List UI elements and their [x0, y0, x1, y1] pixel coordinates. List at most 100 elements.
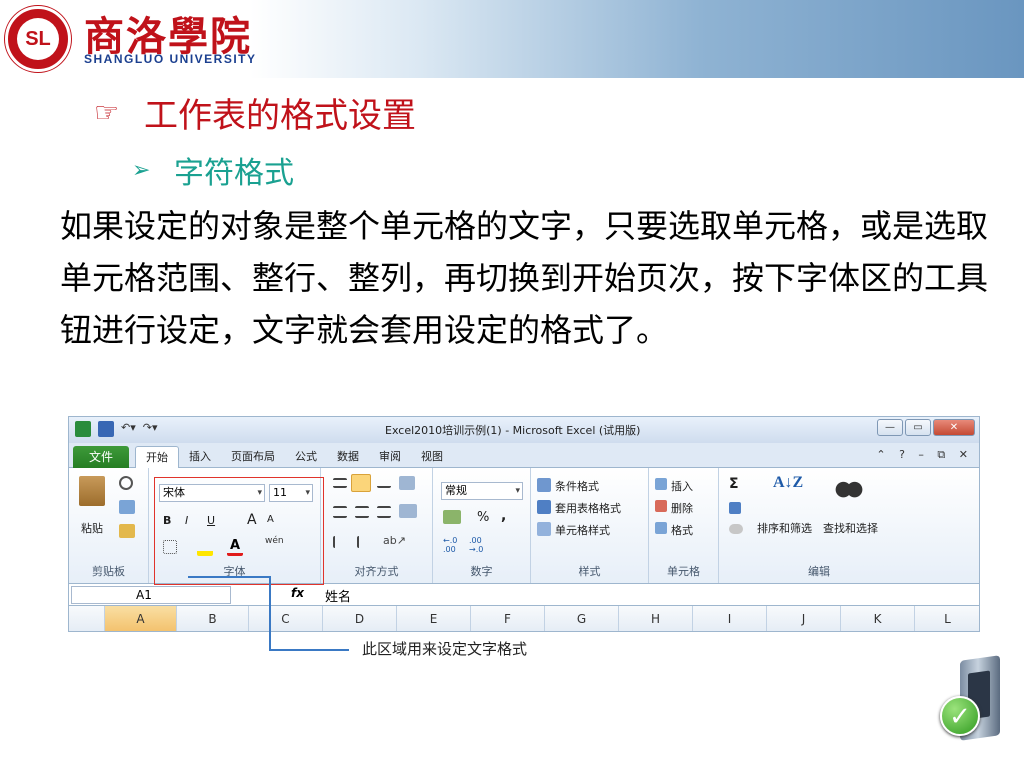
column-header-d[interactable]: D	[323, 606, 397, 631]
column-header-e[interactable]: E	[397, 606, 471, 631]
sort-filter-button[interactable]: 排序和筛选	[757, 520, 812, 536]
column-header-j[interactable]: J	[767, 606, 841, 631]
delete-cells-button[interactable]: 删除	[671, 500, 693, 516]
format-table-icon[interactable]	[537, 500, 551, 514]
binoculars-icon[interactable]	[835, 474, 863, 500]
number-format-select[interactable]: 常规	[441, 482, 523, 500]
tab-file[interactable]: 文件	[73, 446, 129, 468]
align-right-icon[interactable]	[377, 506, 391, 518]
close-button[interactable]: ✕	[933, 419, 975, 436]
column-header-c[interactable]: C	[249, 606, 323, 631]
wrap-text-icon[interactable]	[399, 476, 415, 490]
paste-icon[interactable]	[79, 476, 105, 506]
callout-text: 此区域用来设定文字格式	[362, 640, 528, 658]
tab-insert[interactable]: 插入	[179, 446, 221, 468]
minimize-button[interactable]: —	[877, 419, 903, 436]
help-icon[interactable]: ⌃ ? – ⧉ ✕	[876, 448, 973, 462]
align-left-icon[interactable]	[333, 506, 347, 518]
copy-icon[interactable]	[119, 500, 135, 514]
excel-window-title: Excel2010培训示例(1) - Microsoft Excel (试用版)	[385, 424, 641, 437]
find-select-button[interactable]: 查找和选择	[823, 520, 878, 536]
logo-english-name: SHANGLUO UNIVERSITY	[84, 52, 257, 66]
excel-app-icon[interactable]	[75, 421, 91, 437]
maximize-button[interactable]: ▭	[905, 419, 931, 436]
insert-cells-icon[interactable]	[655, 478, 667, 490]
slide-title: 工作表的格式设置	[144, 96, 416, 136]
fill-icon[interactable]	[729, 502, 741, 514]
seal-logo-icon: SL	[5, 6, 71, 72]
conditional-format-icon[interactable]	[537, 478, 551, 492]
comma-button[interactable]: ,	[501, 508, 506, 524]
formula-input[interactable]: 姓名	[325, 586, 351, 605]
group-editing-label: 编辑	[808, 565, 830, 578]
format-cells-icon[interactable]	[655, 522, 667, 534]
group-alignment-label: 对齐方式	[354, 565, 399, 578]
undo-icon[interactable]: ↶▾	[121, 421, 136, 437]
decrease-decimal-icon[interactable]: .00 →.0	[469, 536, 489, 554]
column-header-b[interactable]: B	[177, 606, 249, 631]
excel-title-bar: ↶▾ ↷▾ Excel2010培训示例(1) - Microsoft Excel…	[69, 417, 979, 443]
orientation-icon[interactable]: ab↗	[383, 534, 406, 548]
merge-center-icon[interactable]	[399, 504, 417, 518]
slide: SL 商洛學院 SHANGLUO UNIVERSITY ☞ 工作表的格式设置 ➢…	[0, 0, 1024, 768]
align-middle-icon[interactable]	[351, 474, 371, 492]
column-headers: A B C D E F G H I J K L	[69, 606, 979, 631]
tab-formulas[interactable]: 公式	[285, 446, 327, 468]
group-styles: 条件格式 套用表格格式 单元格样式 样式	[531, 468, 649, 583]
tab-review[interactable]: 审阅	[369, 446, 411, 468]
group-editing: Σ A↓Z 排序和筛选 查找和选择 编辑	[719, 468, 979, 583]
callout-connector-horizontal	[269, 649, 349, 651]
subtitle: 字符格式	[174, 156, 294, 191]
name-box[interactable]: A1	[71, 586, 231, 604]
callout-connector	[188, 576, 270, 578]
format-cells-button[interactable]: 格式	[671, 522, 693, 538]
format-painter-icon[interactable]	[119, 524, 135, 538]
align-bottom-icon[interactable]	[377, 478, 391, 488]
formula-bar: A1 fx 姓名	[69, 583, 979, 606]
percent-button[interactable]: %	[477, 510, 489, 525]
cut-icon[interactable]	[119, 476, 133, 490]
column-header-a[interactable]: A	[105, 606, 177, 631]
tab-home[interactable]: 开始	[135, 446, 179, 468]
header-banner: SL 商洛學院 SHANGLUO UNIVERSITY	[0, 0, 1024, 78]
group-cells-label: 单元格	[667, 565, 700, 578]
align-center-icon[interactable]	[355, 506, 369, 518]
group-number-label: 数字	[470, 565, 493, 578]
group-clipboard-label: 剪贴板	[92, 565, 125, 578]
cell-styles-button[interactable]: 单元格样式	[555, 522, 610, 538]
column-header-h[interactable]: H	[619, 606, 693, 631]
sort-filter-icon[interactable]: A↓Z	[773, 474, 803, 502]
paste-label[interactable]: 粘贴	[81, 520, 103, 536]
increase-decimal-icon[interactable]: ←.0.00	[443, 536, 463, 554]
excel-screenshot: ↶▾ ↷▾ Excel2010培训示例(1) - Microsoft Excel…	[68, 416, 980, 632]
tab-data[interactable]: 数据	[327, 446, 369, 468]
conditional-format-button[interactable]: 条件格式	[555, 478, 599, 494]
body-paragraph: 如果设定的对象是整个单元格的文字，只要选取单元格，或是选取单元格范围、整行、整列…	[60, 207, 989, 349]
format-as-table-button[interactable]: 套用表格格式	[555, 500, 621, 516]
column-header-l[interactable]: L	[915, 606, 979, 631]
align-top-icon[interactable]	[333, 478, 347, 488]
insert-function-icon[interactable]: fx	[291, 586, 304, 600]
accounting-format-icon[interactable]	[443, 510, 461, 524]
autosum-button[interactable]: Σ	[729, 476, 739, 492]
clear-icon[interactable]	[729, 524, 743, 534]
increase-indent-icon[interactable]	[357, 536, 373, 548]
column-header-i[interactable]: I	[693, 606, 767, 631]
redo-icon[interactable]: ↷▾	[143, 421, 158, 437]
select-all-corner[interactable]	[69, 606, 105, 631]
column-header-g[interactable]: G	[545, 606, 619, 631]
decrease-indent-icon[interactable]	[333, 536, 349, 548]
quick-access-toolbar: ↶▾ ↷▾	[75, 421, 158, 437]
tab-page-layout[interactable]: 页面布局	[221, 446, 285, 468]
column-header-f[interactable]: F	[471, 606, 545, 631]
save-icon[interactable]	[98, 421, 114, 437]
insert-cells-button[interactable]: 插入	[671, 478, 693, 494]
cell-styles-icon[interactable]	[537, 522, 551, 536]
group-cells: 插入 删除 格式 单元格	[649, 468, 719, 583]
subtitle-row: ➢ 字符格式	[132, 148, 294, 192]
ribbon-tabs: 文件 开始 插入 页面布局 公式 数据 审阅 视图 ⌃ ? – ⧉ ✕	[69, 443, 979, 468]
window-controls: — ▭ ✕	[877, 419, 975, 436]
delete-cells-icon[interactable]	[655, 500, 667, 512]
tab-view[interactable]: 视图	[411, 446, 453, 468]
column-header-k[interactable]: K	[841, 606, 915, 631]
